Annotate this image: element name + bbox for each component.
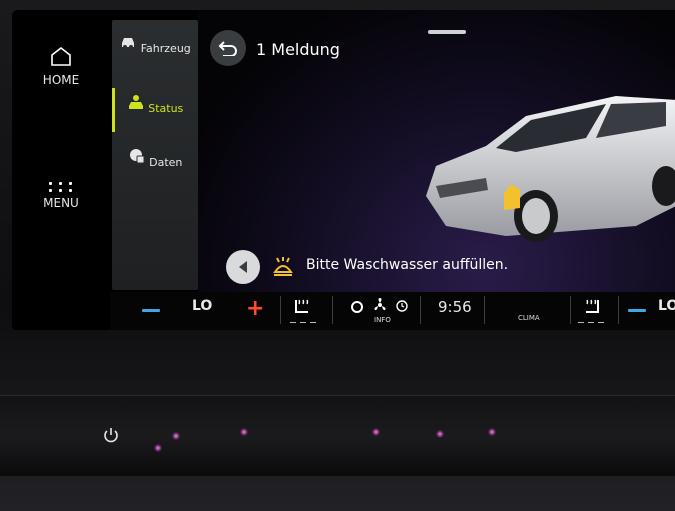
status-panel: 1 Meldung Bitte Waschwasser auffüllen. xyxy=(198,10,675,295)
previous-message-button[interactable] xyxy=(226,250,260,284)
right-seat-heating-icon[interactable] xyxy=(582,298,602,316)
submenu-item-status[interactable]: Status xyxy=(112,88,198,132)
car-icon xyxy=(122,38,135,49)
left-temp-value: LO xyxy=(192,298,213,314)
left-temp-up-button[interactable]: + xyxy=(246,298,264,320)
warning-message: Bitte Waschwasser auffüllen. xyxy=(226,250,666,284)
home-label: HOME xyxy=(42,73,80,87)
right-temp-value: LO xyxy=(658,298,675,314)
submenu-item-fahrzeug[interactable]: Fahrzeug xyxy=(112,34,198,55)
home-icon xyxy=(51,46,71,66)
data-icon xyxy=(129,149,145,164)
back-arrow-icon xyxy=(218,41,237,56)
power-icon[interactable] xyxy=(102,426,120,444)
air-distribution-icon[interactable] xyxy=(350,300,364,314)
climate-bar: LO + INFO 9:56 CLIMA LO xyxy=(110,292,675,330)
submenu-label-daten: Daten xyxy=(149,156,183,169)
vehicle-illustration xyxy=(426,96,675,242)
car-status-icon xyxy=(128,95,143,109)
infotainment-screen: HOME MENU Fahrzeug Status Daten 1 Meldun… xyxy=(12,10,675,330)
submenu-label-fahrzeug: Fahrzeug xyxy=(140,42,191,55)
indicator-light xyxy=(372,428,380,436)
divider xyxy=(420,296,421,324)
menu-label: MENU xyxy=(43,196,79,210)
indicator-light xyxy=(154,444,162,452)
divider xyxy=(280,296,281,324)
washer-fluid-warning-icon xyxy=(273,257,293,276)
page-title: 1 Meldung xyxy=(256,40,340,59)
indicator-light xyxy=(240,428,248,436)
divider xyxy=(570,296,571,324)
vehicle-submenu: Fahrzeug Status Daten xyxy=(112,20,198,290)
clima-button[interactable]: CLIMA xyxy=(518,314,540,322)
menu-button[interactable]: MENU xyxy=(12,182,110,210)
global-nav: HOME MENU xyxy=(12,10,110,330)
status-header: 1 Meldung xyxy=(198,10,675,70)
right-seat-level-indicator xyxy=(578,322,608,323)
fan-icon[interactable] xyxy=(372,297,388,313)
left-seat-level-indicator xyxy=(290,322,320,323)
clock: 9:56 xyxy=(438,298,472,316)
left-temp-down-button[interactable] xyxy=(142,309,160,312)
indicator-light xyxy=(436,430,444,438)
warning-text: Bitte Waschwasser auffüllen. xyxy=(306,257,509,273)
divider xyxy=(484,296,485,324)
home-button[interactable]: HOME xyxy=(12,46,110,87)
submenu-label-status: Status xyxy=(148,102,184,115)
grid-menu-icon xyxy=(12,182,110,192)
drag-handle[interactable] xyxy=(428,30,466,34)
submenu-item-daten[interactable]: Daten xyxy=(112,148,198,169)
divider xyxy=(618,296,619,324)
info-label: INFO xyxy=(374,316,391,324)
left-seat-heating-icon[interactable] xyxy=(292,298,312,316)
back-button[interactable] xyxy=(210,30,246,66)
triangle-left-icon xyxy=(239,261,247,273)
timer-icon[interactable] xyxy=(396,300,408,312)
indicator-light xyxy=(172,432,180,440)
indicator-light xyxy=(488,428,496,436)
divider xyxy=(332,296,333,324)
right-temp-down-button[interactable] xyxy=(628,309,646,312)
